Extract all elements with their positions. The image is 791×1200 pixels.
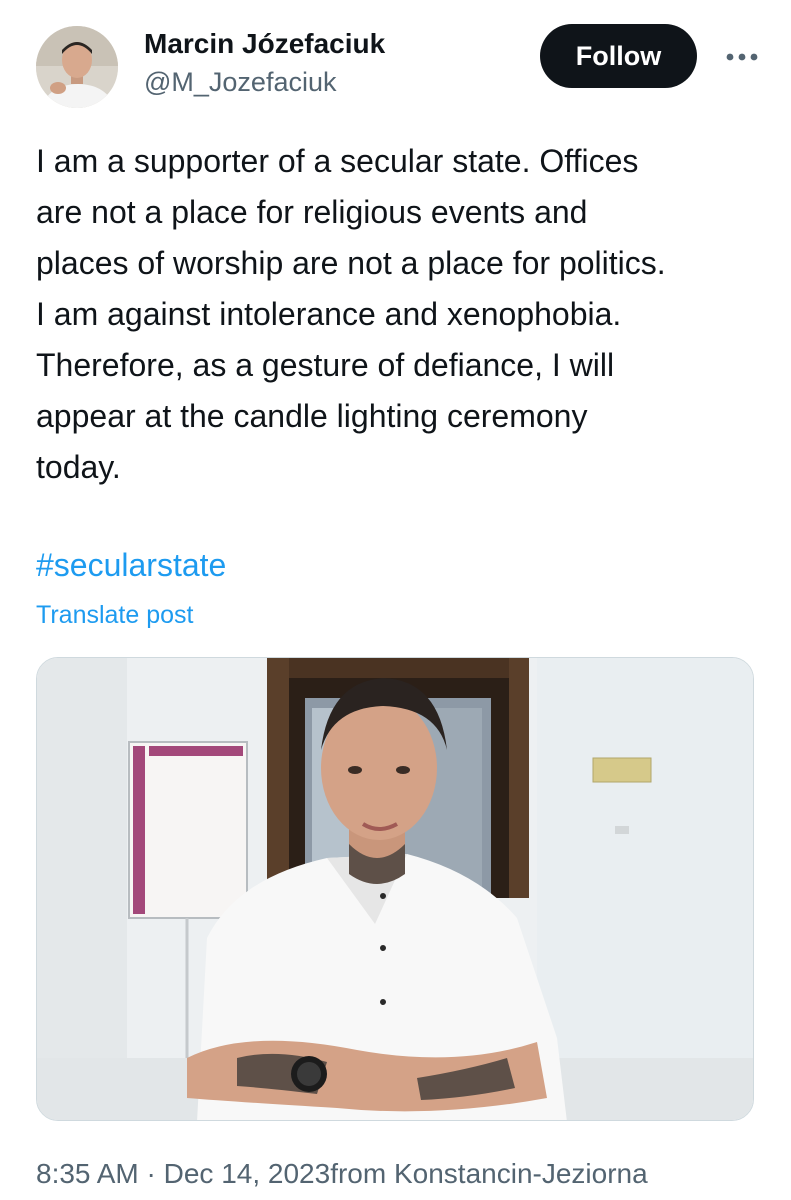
author-handle[interactable]: @M_Jozefaciuk [144, 64, 385, 100]
post-header: Marcin Józefaciuk @M_Jozefaciuk Follow [36, 22, 766, 112]
author-info: Marcin Józefaciuk @M_Jozefaciuk [144, 26, 385, 100]
avatar[interactable] [36, 26, 118, 108]
post-metadata: 8:35 AM · Dec 14, 2023from Konstancin-Je… [36, 1154, 648, 1194]
post-time[interactable]: 8:35 AM [36, 1158, 139, 1189]
post-media-photo[interactable] [36, 657, 754, 1121]
post-date[interactable]: Dec 14, 2023 [164, 1158, 331, 1189]
post-text: I am a supporter of a secular state. Off… [36, 143, 666, 485]
follow-button[interactable]: Follow [540, 24, 697, 88]
more-horizontal-icon[interactable] [722, 42, 762, 72]
avatar-image [36, 26, 118, 108]
post-location: from Konstancin-Jeziorna [330, 1158, 648, 1189]
author-display-name[interactable]: Marcin Józefaciuk [144, 26, 385, 62]
meta-separator: · [138, 1158, 164, 1189]
portrait-photo [37, 658, 753, 1120]
hashtag-link[interactable]: #secularstate [36, 542, 226, 588]
translate-post-link[interactable]: Translate post [36, 598, 193, 632]
